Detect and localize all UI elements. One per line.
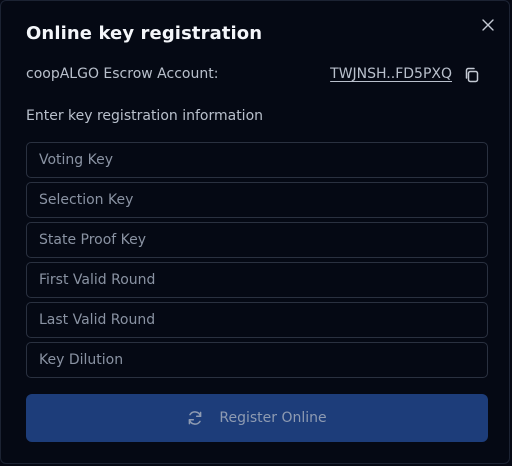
copy-icon (465, 67, 479, 83)
selection-key-input[interactable] (26, 182, 488, 218)
voting-key-input[interactable] (26, 142, 488, 178)
state-proof-key-input[interactable] (26, 222, 488, 258)
first-valid-round-input[interactable] (26, 262, 488, 298)
copy-address-button[interactable] (463, 66, 481, 84)
last-valid-round-input[interactable] (26, 302, 488, 338)
close-icon (482, 19, 494, 31)
close-button[interactable] (480, 17, 496, 33)
key-dilution-input[interactable] (26, 342, 488, 378)
register-online-label: Register Online (219, 410, 327, 426)
dialog-title: Online key registration (26, 23, 263, 44)
key-registration-dialog: Online key registration coopALGO Escrow … (0, 0, 510, 464)
refresh-icon (189, 411, 202, 425)
escrow-account-row: coopALGO Escrow Account: TWJNSH..FD5PXQ (26, 65, 488, 85)
form-instructions: Enter key registration information (26, 108, 264, 124)
register-online-button[interactable]: Register Online (26, 394, 488, 442)
escrow-account-address-link[interactable]: TWJNSH..FD5PXQ (330, 66, 452, 82)
escrow-account-label: coopALGO Escrow Account: (26, 66, 219, 82)
